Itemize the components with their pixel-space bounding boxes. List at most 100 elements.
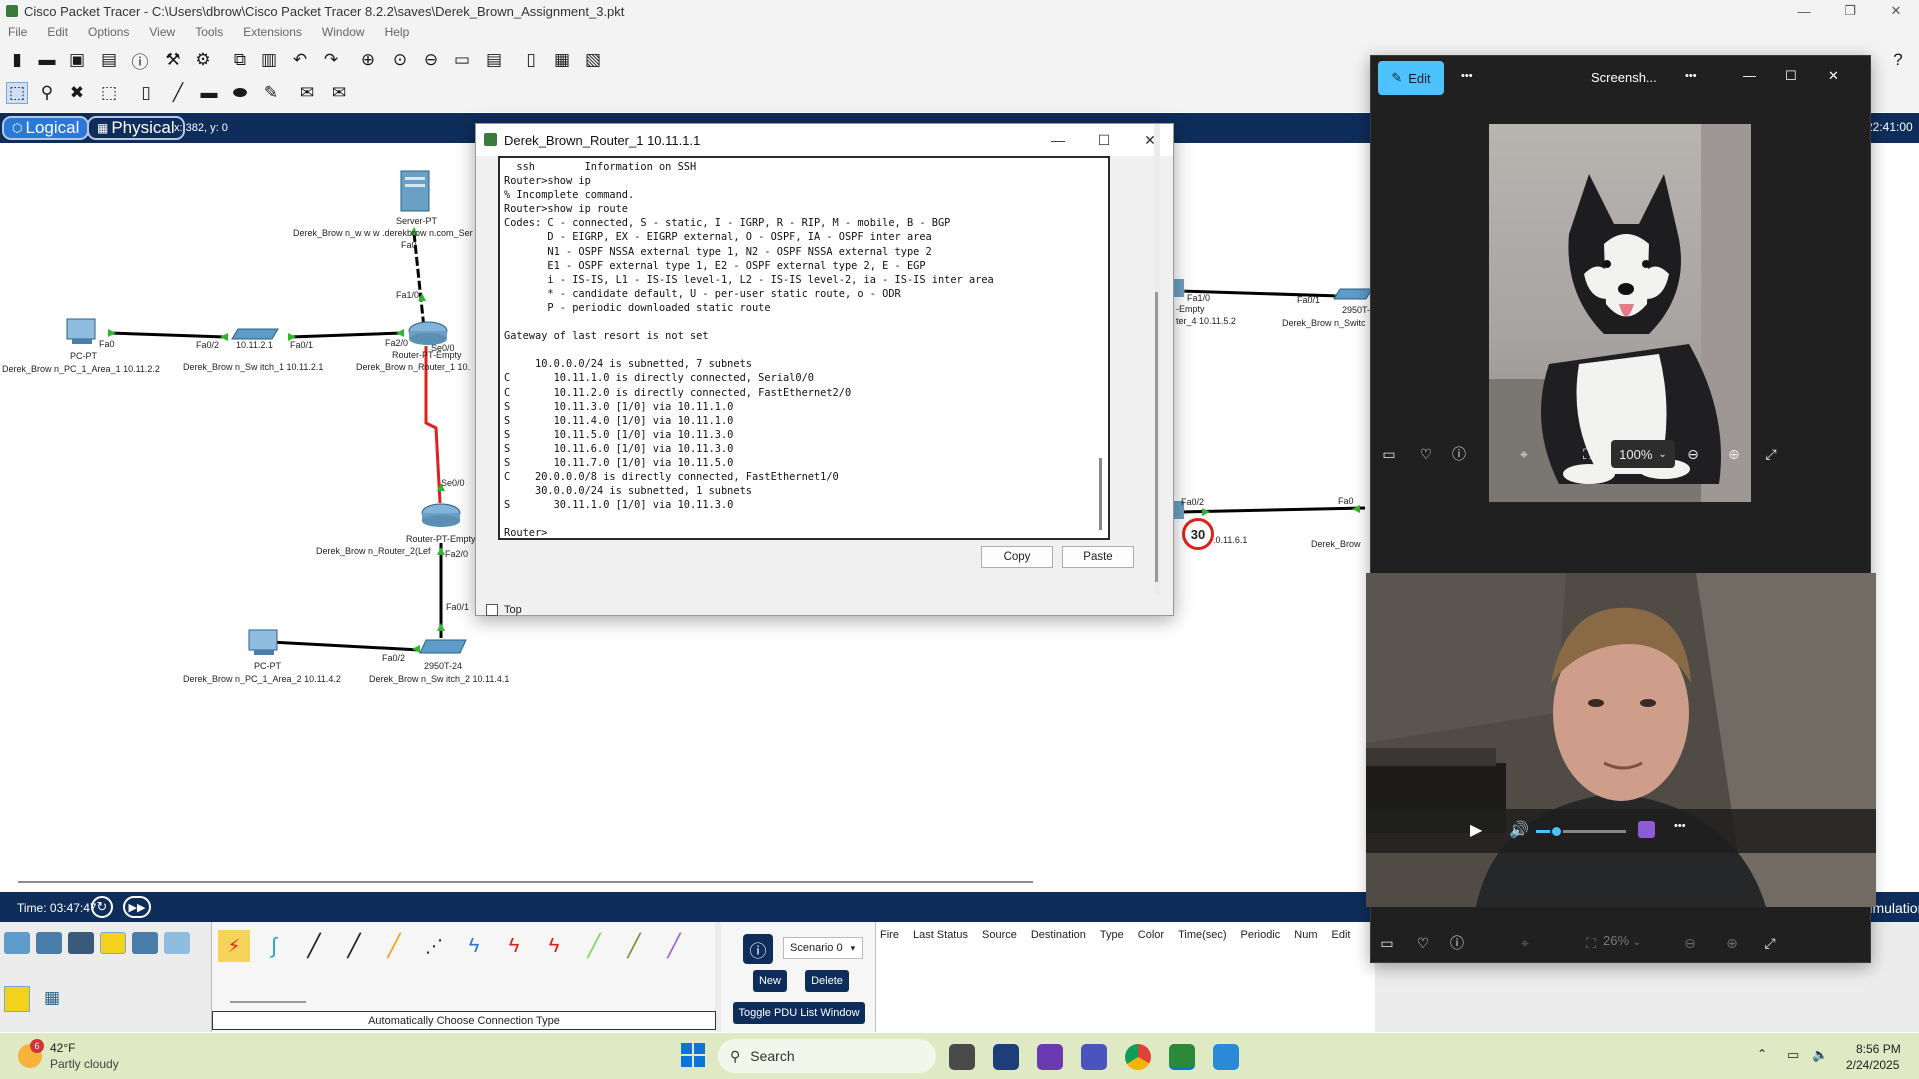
edit-button[interactable]: ✎ Edit <box>1378 61 1444 95</box>
draw-ellipse-icon[interactable]: ⬬ <box>229 82 251 104</box>
speaker-icon[interactable]: 🔈 <box>1812 1047 1828 1063</box>
serial-dte-icon[interactable]: ϟ <box>538 930 570 962</box>
clock-date[interactable]: 2/24/2025 <box>1846 1058 1899 1072</box>
fit-window-icon-2[interactable]: ⛶ <box>1581 933 1601 953</box>
resize-icon[interactable]: ⬚ <box>98 82 120 104</box>
filmstrip-icon[interactable]: ▭ <box>1379 444 1399 464</box>
place-note-icon[interactable]: ▯ <box>135 82 157 104</box>
menu-help[interactable]: Help <box>385 25 410 39</box>
custom-device-icon[interactable]: ▤ <box>483 49 505 71</box>
add-complex-pdu-icon[interactable]: ✉ <box>328 82 350 104</box>
photos-minimize-button[interactable]: — <box>1743 68 1756 83</box>
fullscreen-icon[interactable]: ⤢ <box>1761 444 1781 464</box>
logical-tab[interactable]: ⬡ Logical <box>2 116 90 140</box>
delete-scenario-button[interactable]: Delete <box>805 970 849 992</box>
task-view-icon[interactable] <box>949 1044 975 1070</box>
fast-forward-icon[interactable]: ▶▶ <box>123 896 151 918</box>
volume-icon[interactable]: 🔊 <box>1509 820 1529 840</box>
redo-icon[interactable]: ↷ <box>320 49 342 71</box>
menu-file[interactable]: File <box>8 25 27 39</box>
menu-edit[interactable]: Edit <box>47 25 68 39</box>
visual-search-icon-2[interactable]: ⌖ <box>1515 933 1535 953</box>
chevron-up-icon[interactable]: ⌃ <box>1757 1047 1767 1061</box>
draw-rectangle-icon[interactable]: ▬ <box>198 82 220 104</box>
minimize-button[interactable]: — <box>1781 0 1827 22</box>
remote-desktop-icon[interactable] <box>993 1044 1019 1070</box>
paste-icon[interactable]: ▥ <box>258 49 280 71</box>
photos-close-button[interactable]: ✕ <box>1828 68 1839 84</box>
fiber-icon[interactable]: ╱ <box>378 930 410 962</box>
grid-icon[interactable]: ▦ <box>44 988 64 1008</box>
zoom-reset-icon[interactable]: ⊙ <box>389 49 411 71</box>
undo-icon[interactable]: ↶ <box>289 49 311 71</box>
notes-icon[interactable]: ▯ <box>520 49 542 71</box>
clock-time[interactable]: 8:56 PM <box>1856 1042 1901 1056</box>
fullscreen-icon-2[interactable]: ⤢ <box>1760 933 1780 953</box>
end-devices-icon[interactable] <box>36 932 62 954</box>
favorite-icon-2[interactable]: ♡ <box>1413 933 1433 953</box>
physical-tab[interactable]: ▦ Physical <box>87 116 185 140</box>
inspect-icon[interactable]: ⚲ <box>36 82 58 104</box>
open-icon[interactable]: ▬ <box>36 49 58 71</box>
zoom-in-icon[interactable]: ⊕ <box>357 49 379 71</box>
freeform-icon[interactable]: ✎ <box>260 82 282 104</box>
webcam-video[interactable]: ▶ 🔊 ••• <box>1366 573 1876 907</box>
usb-cable-icon[interactable]: ╱ <box>658 930 690 962</box>
screenshot-icon[interactable]: ▧ <box>582 49 604 71</box>
menu-extensions[interactable]: Extensions <box>243 25 302 39</box>
title-more-options-icon[interactable]: ••• <box>1685 70 1697 82</box>
filmstrip-icon-2[interactable]: ▭ <box>1377 933 1397 953</box>
coaxial-icon[interactable]: ϟ <box>458 930 490 962</box>
multiuser-icon[interactable] <box>164 932 190 954</box>
visual-search-icon[interactable]: ⌖ <box>1514 444 1534 464</box>
maximize-button[interactable]: ❐ <box>1827 0 1873 22</box>
menu-window[interactable]: Window <box>322 25 365 39</box>
photos-taskbar-icon[interactable] <box>1213 1044 1239 1070</box>
weather-desc[interactable]: Partly cloudy <box>50 1057 119 1071</box>
copy-icon[interactable]: ⧉ <box>229 49 251 71</box>
network-devices-icon[interactable] <box>4 932 30 954</box>
menu-tools[interactable]: Tools <box>195 25 223 39</box>
workspace-horizontal-scrollbar[interactable] <box>18 881 1033 883</box>
file-info-icon[interactable]: ⓘ <box>1449 444 1469 464</box>
components-icon[interactable] <box>68 932 94 954</box>
teams-icon[interactable] <box>1081 1044 1107 1070</box>
photos-maximize-button[interactable]: ☐ <box>1785 68 1797 84</box>
zoom-out-icon[interactable]: ⊖ <box>1683 444 1703 464</box>
zoom-out-icon-2[interactable]: ⊖ <box>1680 933 1700 953</box>
delete-icon[interactable]: ✖ <box>66 82 88 104</box>
fit-window-icon[interactable]: ⛶ <box>1578 444 1598 464</box>
print-icon[interactable]: ▤ <box>98 49 120 71</box>
start-icon[interactable] <box>681 1043 705 1067</box>
draw-line-icon[interactable]: ╱ <box>167 82 189 104</box>
info-icon[interactable]: ⓘ <box>129 49 151 72</box>
file-info-icon-2[interactable]: ⓘ <box>1447 933 1467 953</box>
cli-output[interactable]: ssh Information on SSH Router>show ip% In… <box>498 156 1110 540</box>
octal-cable-icon[interactable]: ╱ <box>578 930 610 962</box>
chrome-icon[interactable] <box>1125 1044 1151 1070</box>
activity-wizard-icon[interactable]: ⚙ <box>192 49 214 71</box>
volume-slider[interactable] <box>1536 825 1626 838</box>
zoom-level-select[interactable]: 100% ⌄ <box>1611 440 1675 468</box>
power-cycle-icon[interactable]: ↻ <box>91 896 113 918</box>
phone-cable-icon[interactable]: ⋰ <box>418 930 450 962</box>
network-icon[interactable]: ▭ <box>1787 1047 1799 1063</box>
menu-options[interactable]: Options <box>88 25 129 39</box>
cli-minimize-button[interactable]: — <box>1035 124 1081 156</box>
cli-scrollbar[interactable] <box>1099 458 1102 530</box>
zoom-in-icon[interactable]: ⊕ <box>1724 444 1744 464</box>
auto-connection-icon[interactable] <box>4 986 30 1012</box>
cluster-icon[interactable]: ▦ <box>551 49 573 71</box>
clipchamp-icon[interactable] <box>1638 821 1655 838</box>
cli-outer-scrollbar[interactable] <box>1154 124 1160 594</box>
scenario-info-icon[interactable]: ⓘ <box>743 934 773 964</box>
network-wizard-icon[interactable]: ⚒ <box>162 49 184 71</box>
zoom-out-icon[interactable]: ⊖ <box>420 49 442 71</box>
save-icon[interactable]: ▣ <box>66 49 88 71</box>
checkbox-box[interactable] <box>486 604 498 616</box>
play-icon[interactable]: ▶ <box>1470 820 1482 840</box>
panel-scrollbar[interactable] <box>230 1001 306 1003</box>
visual-studio-icon[interactable] <box>1037 1044 1063 1070</box>
cli-close-button[interactable]: ✕ <box>1127 124 1173 156</box>
new-scenario-button[interactable]: New <box>753 970 787 992</box>
